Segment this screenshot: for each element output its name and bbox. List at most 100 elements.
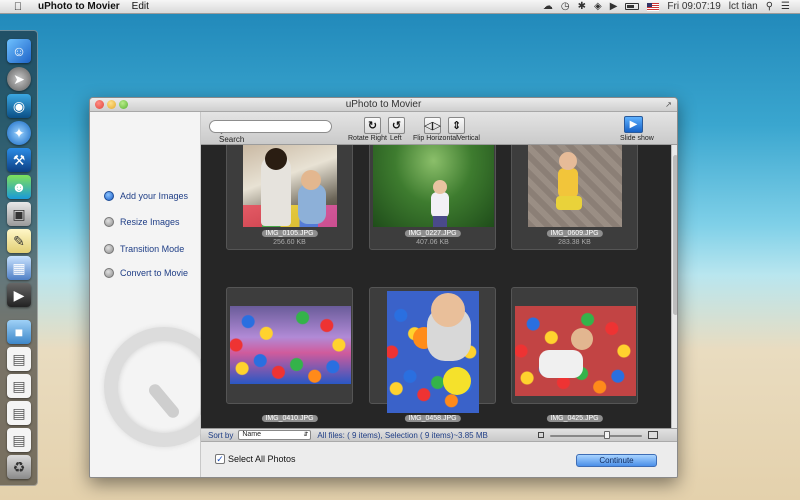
photo-image bbox=[373, 145, 494, 227]
clock-icon[interactable]: ◷ bbox=[561, 1, 570, 12]
photo-filename: IMG_0458.JPG bbox=[404, 415, 461, 422]
document-icon[interactable]: ▤ bbox=[7, 428, 31, 452]
sort-value: Name bbox=[242, 431, 262, 438]
document-icon[interactable]: ▤ bbox=[7, 401, 31, 425]
search-label: Search bbox=[219, 135, 245, 144]
document-icon[interactable]: ▤ bbox=[7, 347, 31, 371]
user-name[interactable]: lct tian bbox=[729, 1, 758, 12]
status-bar: Sort by Name ⇵ All files: ( 9 items), Se… bbox=[201, 428, 677, 442]
apple-icon[interactable]:  bbox=[10, 1, 26, 13]
flag-icon[interactable] bbox=[647, 2, 660, 11]
zoom-button[interactable] bbox=[119, 100, 128, 109]
photo-image bbox=[230, 306, 351, 384]
sort-select[interactable]: Name ⇵ bbox=[238, 430, 312, 440]
sortby-label: Sort by bbox=[208, 430, 234, 440]
title-bar[interactable]: uPhoto to Movier ↗ bbox=[90, 98, 677, 112]
finder-icon[interactable]: ☺ bbox=[7, 39, 31, 63]
cloud-icon[interactable]: ☁ bbox=[543, 1, 553, 12]
search-input[interactable] bbox=[209, 120, 332, 133]
dock: ☺ ➤ ◉ ✦ ⚒ ☻ ▣ ✎ ▦ ▶ ■ ▤ ▤ ▤ ▤ ♻ bbox=[0, 30, 38, 486]
photo-thumbnail[interactable]: IMG_0227.JPG 407.06 KB bbox=[369, 145, 496, 250]
flip-vertical-icon: ⇕ bbox=[451, 120, 462, 132]
photo-thumbnail[interactable]: IMG_0105.JPG 256.60 KB bbox=[226, 145, 353, 250]
photo-filesize: 407.06 KB bbox=[416, 239, 449, 246]
checkmark-icon[interactable]: ✓ bbox=[215, 454, 225, 464]
photo-filename: IMG_0105.JPG bbox=[261, 230, 318, 237]
flip-vertical-button[interactable]: ⇕ bbox=[448, 117, 465, 134]
photo-icon[interactable]: ▣ bbox=[7, 202, 31, 226]
play-icon: ▶ bbox=[629, 119, 638, 130]
flip-vertical-label: Vertical bbox=[457, 135, 480, 142]
folder-icon[interactable]: ■ bbox=[7, 320, 31, 344]
volume-icon[interactable]: ▶ bbox=[610, 1, 618, 12]
trash-icon[interactable]: ♻ bbox=[7, 455, 31, 479]
large-thumbnail-icon[interactable] bbox=[648, 431, 658, 439]
gallery-scrollbar[interactable] bbox=[671, 145, 677, 428]
clock-text[interactable]: Fri 09:07:19 bbox=[667, 1, 720, 12]
messenger-icon[interactable]: ☻ bbox=[7, 175, 31, 199]
list-icon[interactable]: ☰ bbox=[781, 1, 790, 12]
menu-bar:  uPhoto to Movier Edit ☁ ◷ ✱ ◈ ▶ Fri 09… bbox=[0, 0, 800, 14]
dashboard-icon[interactable]: ◉ bbox=[7, 94, 31, 118]
wifi-icon[interactable]: ◈ bbox=[594, 1, 602, 12]
app-window: uPhoto to Movier ↗ Add your Images Resiz… bbox=[89, 97, 678, 478]
menu-edit[interactable]: Edit bbox=[132, 1, 149, 12]
bluetooth-icon[interactable]: ✱ bbox=[578, 1, 586, 12]
radio-icon bbox=[104, 217, 114, 227]
continue-button[interactable]: Continute bbox=[576, 454, 657, 467]
photo-thumbnail[interactable]: IMG_0458.JPG bbox=[369, 287, 496, 422]
photo-image bbox=[243, 145, 337, 227]
scrollbar-thumb[interactable] bbox=[673, 155, 677, 315]
slideshow-button[interactable]: ▶ bbox=[624, 116, 643, 133]
photo-filename: IMG_0609.JPG bbox=[546, 230, 603, 237]
footer: ✓ Select All Photos Continute bbox=[201, 442, 677, 477]
xcode-icon[interactable]: ⚒ bbox=[7, 148, 31, 172]
step-label: Add your Images bbox=[120, 191, 189, 201]
rotate-right-label: Rotate Right bbox=[348, 135, 387, 142]
flip-horizontal-button[interactable]: ◁▷ bbox=[424, 117, 441, 134]
photo-thumbnail[interactable]: IMG_0410.JPG bbox=[226, 287, 353, 422]
sidebar: Add your Images Resize Images Transition… bbox=[90, 112, 224, 477]
photo-thumbnail[interactable]: IMG_0609.JPG 283.38 KB bbox=[511, 145, 638, 250]
step-convert-to-movie[interactable]: Convert to Movie bbox=[104, 268, 188, 278]
radio-icon bbox=[104, 244, 114, 254]
radio-icon bbox=[104, 191, 114, 201]
launchpad-icon[interactable]: ➤ bbox=[7, 67, 31, 91]
rotate-left-label: Left bbox=[390, 135, 402, 142]
menu-app-name[interactable]: uPhoto to Movier bbox=[38, 1, 120, 12]
flip-horizontal-icon: ◁▷ bbox=[424, 120, 441, 132]
photo-image bbox=[515, 306, 636, 396]
step-label: Resize Images bbox=[120, 217, 180, 227]
flip-horizontal-label: Flip Horizontal bbox=[413, 135, 458, 142]
small-thumbnail-icon[interactable] bbox=[538, 432, 544, 438]
toolbar: Search ↻ Rotate Right ↺ Left ◁▷ Flip Hor… bbox=[201, 112, 677, 145]
photo-thumbnail[interactable]: IMG_0425.JPG bbox=[511, 287, 638, 422]
photo-filename: IMG_0227.JPG bbox=[404, 230, 461, 237]
zoom-slider-track[interactable] bbox=[550, 435, 642, 437]
safari-icon[interactable]: ✦ bbox=[7, 121, 31, 145]
battery-icon[interactable] bbox=[625, 3, 640, 10]
movie-icon[interactable]: ▶ bbox=[7, 283, 31, 307]
step-add-images[interactable]: Add your Images bbox=[104, 191, 188, 201]
fullscreen-icon[interactable]: ↗ bbox=[664, 100, 673, 109]
photo-filesize: 256.60 KB bbox=[273, 239, 306, 246]
rotate-left-button[interactable]: ↺ bbox=[388, 117, 405, 134]
document-icon[interactable]: ▤ bbox=[7, 374, 31, 398]
slideshow-label: Slide show bbox=[620, 135, 654, 142]
photo-gallery[interactable]: IMG_0105.JPG 256.60 KB IMG_0227.JPG 407.… bbox=[201, 145, 671, 428]
rotate-right-button[interactable]: ↻ bbox=[364, 117, 381, 134]
step-resize-images[interactable]: Resize Images bbox=[104, 217, 180, 227]
close-button[interactable] bbox=[95, 100, 104, 109]
preview-icon[interactable]: ▦ bbox=[7, 256, 31, 280]
zoom-slider-knob[interactable] bbox=[604, 431, 611, 439]
step-transition-mode[interactable]: Transition Mode bbox=[104, 244, 184, 254]
photo-filename: IMG_0410.JPG bbox=[261, 415, 318, 422]
minimize-button[interactable] bbox=[107, 100, 116, 109]
select-all-checkbox[interactable]: ✓ Select All Photos bbox=[215, 454, 296, 464]
photo-filesize: 283.38 KB bbox=[558, 239, 591, 246]
search-icon[interactable]: ⚲ bbox=[766, 1, 773, 12]
notes-icon[interactable]: ✎ bbox=[7, 229, 31, 253]
select-all-label: Select All Photos bbox=[228, 454, 296, 464]
rotate-left-icon: ↺ bbox=[391, 120, 402, 132]
photo-image bbox=[528, 145, 622, 227]
